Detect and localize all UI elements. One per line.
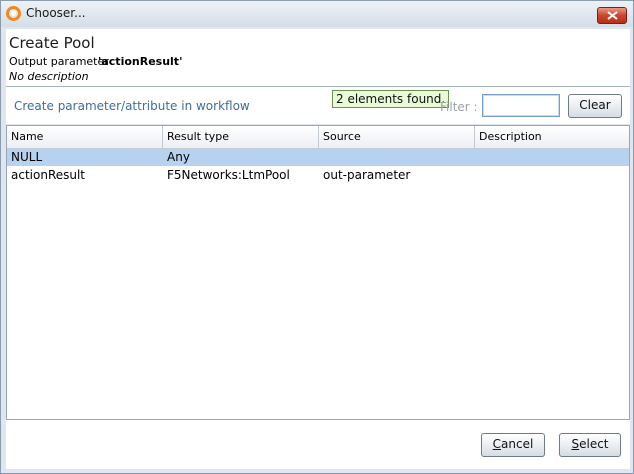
- filter-toolbar: Create parameter/attribute in workflow 2…: [6, 87, 630, 124]
- close-icon: [607, 11, 618, 20]
- filter-label: Filter :: [440, 100, 478, 114]
- table-header: Name Result type Source Description: [7, 126, 629, 149]
- description-text: No description: [9, 70, 89, 83]
- title-bar[interactable]: Chooser...: [1, 1, 633, 27]
- cancel-button[interactable]: Cancel: [481, 433, 545, 457]
- create-parameter-link[interactable]: Create parameter/attribute in workflow: [14, 99, 250, 113]
- header-panel: Create Pool Output parameter 'actionResu…: [6, 29, 630, 86]
- chooser-dialog: Chooser... Create Pool Output parameter …: [0, 0, 634, 474]
- select-button-label: Select: [571, 437, 609, 451]
- select-button[interactable]: Select: [559, 433, 621, 457]
- button-bar: Cancel Select: [6, 420, 630, 469]
- output-parameter-label: Output parameter: [9, 55, 109, 68]
- column-header-description[interactable]: Description: [475, 126, 629, 148]
- column-header-name[interactable]: Name: [7, 126, 163, 148]
- cell-result-type: F5Networks:LtmPool: [167, 168, 290, 182]
- elements-found-tooltip: 2 elements found.: [332, 90, 450, 108]
- filter-input[interactable]: [482, 94, 560, 117]
- table-row[interactable]: actionResult F5Networks:LtmPool out-para…: [7, 167, 629, 184]
- window-title: Chooser...: [26, 6, 86, 20]
- cancel-button-label: Cancel: [492, 437, 534, 451]
- cell-result-type: Any: [167, 150, 190, 164]
- cell-name: actionResult: [11, 168, 86, 182]
- close-button[interactable]: [597, 7, 627, 24]
- column-header-result-type[interactable]: Result type: [163, 126, 319, 148]
- cell-source: out-parameter: [323, 168, 411, 182]
- clear-button[interactable]: Clear: [568, 94, 622, 118]
- column-header-source[interactable]: Source: [319, 126, 475, 148]
- orchestrator-app-icon: [6, 6, 21, 21]
- page-title: Create Pool: [9, 34, 95, 52]
- output-parameter-value: 'actionResult': [98, 55, 183, 68]
- table-row[interactable]: NULL Any: [7, 149, 629, 166]
- cell-name: NULL: [11, 150, 43, 164]
- results-table: Name Result type Source Description NULL…: [6, 125, 630, 420]
